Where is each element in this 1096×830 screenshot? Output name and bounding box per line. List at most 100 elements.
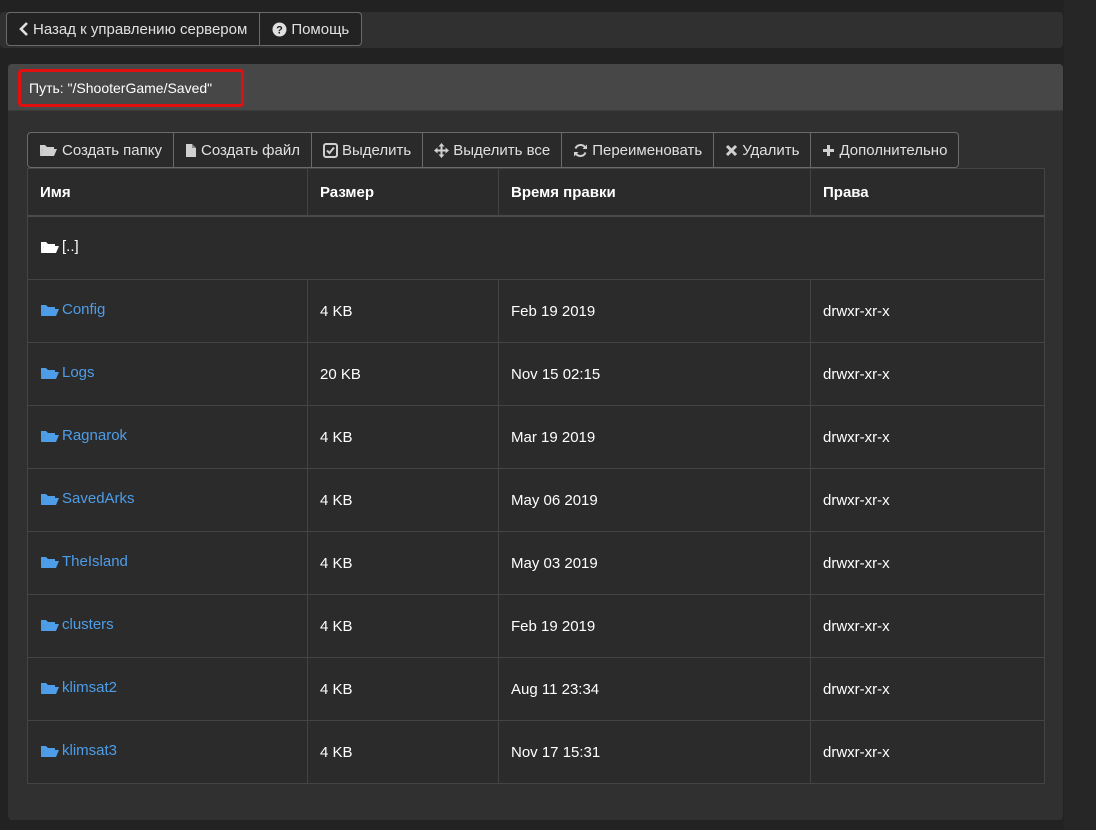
question-circle-icon: ? — [272, 22, 287, 37]
select-all-label: Выделить все — [453, 141, 551, 159]
table-row[interactable]: klimsat3 4 KB Nov 17 15:31 drwxr-xr-x — [27, 720, 1045, 784]
folder-open-icon — [40, 366, 60, 380]
perms-cell: drwxr-xr-x — [810, 720, 1045, 784]
create-file-button[interactable]: Создать файл — [173, 132, 312, 168]
mtime-cell: Feb 19 2019 — [498, 594, 811, 658]
header-mtime[interactable]: Время правки — [498, 168, 811, 217]
folder-link[interactable]: Logs — [40, 364, 95, 381]
current-path: Путь: "/ShooterGame/Saved" — [18, 69, 244, 107]
header-size[interactable]: Размер — [307, 168, 499, 217]
folder-name: Config — [62, 301, 106, 319]
name-cell: klimsat3 — [27, 720, 308, 784]
parent-dir-cell: [..] — [27, 215, 1045, 280]
folder-open-icon — [40, 303, 60, 317]
name-cell: Ragnarok — [27, 405, 308, 469]
panel-heading: Путь: "/ShooterGame/Saved" — [8, 64, 1063, 111]
size-cell: 4 KB — [307, 720, 499, 784]
mtime-cell: Nov 17 15:31 — [498, 720, 811, 784]
plus-icon — [822, 144, 835, 157]
create-folder-label: Создать папку — [62, 141, 162, 159]
file-toolbar: Создать папку Создать файл Выделить Выде… — [27, 132, 960, 168]
table-row[interactable]: clusters 4 KB Feb 19 2019 drwxr-xr-x — [27, 594, 1045, 658]
select-all-button[interactable]: Выделить все — [422, 132, 563, 168]
folder-open-icon — [39, 143, 58, 157]
folder-open-icon — [40, 492, 60, 506]
folder-open-icon — [40, 681, 60, 695]
table-row[interactable]: Ragnarok 4 KB Mar 19 2019 drwxr-xr-x — [27, 405, 1045, 469]
folder-link[interactable]: TheIsland — [40, 553, 128, 570]
more-button[interactable]: Дополнительно — [810, 132, 960, 168]
name-cell: Logs — [27, 342, 308, 406]
refresh-icon — [573, 143, 588, 158]
name-cell: clusters — [27, 594, 308, 658]
size-cell: 20 KB — [307, 342, 499, 406]
folder-open-icon — [40, 744, 60, 758]
folder-link[interactable]: Config — [40, 301, 105, 318]
folder-name: Logs — [62, 364, 95, 382]
name-cell: Config — [27, 279, 308, 343]
name-cell: klimsat2 — [27, 657, 308, 721]
folder-link[interactable]: SavedArks — [40, 490, 135, 507]
rename-button[interactable]: Переименовать — [561, 132, 715, 168]
move-icon — [434, 142, 450, 158]
check-square-icon — [323, 142, 338, 158]
folder-open-icon — [40, 240, 60, 254]
perms-cell: drwxr-xr-x — [810, 468, 1045, 532]
back-to-server-button[interactable]: Назад к управлению сервером — [6, 12, 261, 46]
folder-open-icon — [40, 618, 60, 632]
create-file-label: Создать файл — [201, 141, 300, 159]
folder-link[interactable]: Ragnarok — [40, 427, 127, 444]
perms-cell: drwxr-xr-x — [810, 657, 1045, 721]
folder-name: SavedArks — [62, 490, 135, 508]
svg-text:?: ? — [276, 24, 283, 36]
file-icon — [185, 143, 197, 158]
table-row[interactable]: klimsat2 4 KB Aug 11 23:34 drwxr-xr-x — [27, 657, 1045, 721]
size-cell: 4 KB — [307, 279, 499, 343]
folder-link[interactable]: klimsat2 — [40, 679, 117, 696]
times-icon — [725, 144, 738, 157]
size-cell: 4 KB — [307, 594, 499, 658]
help-label: Помощь — [291, 20, 350, 38]
help-button[interactable]: ? Помощь — [260, 12, 363, 46]
perms-cell: drwxr-xr-x — [810, 531, 1045, 595]
file-manager-panel: Путь: "/ShooterGame/Saved" Создать папку… — [8, 64, 1063, 820]
folder-link[interactable]: klimsat3 — [40, 742, 117, 759]
more-label: Дополнительно — [839, 141, 948, 159]
header-name[interactable]: Имя — [27, 168, 308, 217]
mtime-cell: May 03 2019 — [498, 531, 811, 595]
perms-cell: drwxr-xr-x — [810, 342, 1045, 406]
delete-label: Удалить — [742, 141, 800, 159]
top-button-group: Назад к управлению сервером ? Помощь — [6, 12, 363, 46]
current-path-label: Путь: "/ShooterGame/Saved" — [29, 80, 213, 96]
top-bar: Назад к управлению сервером ? Помощь — [0, 12, 1063, 48]
back-to-server-label: Назад к управлению сервером — [33, 20, 248, 38]
table-row[interactable]: Config 4 KB Feb 19 2019 drwxr-xr-x — [27, 279, 1045, 343]
mtime-cell: Aug 11 23:34 — [498, 657, 811, 721]
mtime-cell: May 06 2019 — [498, 468, 811, 532]
name-cell: TheIsland — [27, 531, 308, 595]
perms-cell: drwxr-xr-x — [810, 279, 1045, 343]
size-cell: 4 KB — [307, 657, 499, 721]
folder-link[interactable]: clusters — [40, 616, 114, 633]
mtime-cell: Feb 19 2019 — [498, 279, 811, 343]
parent-dir-label: [..] — [62, 238, 79, 256]
folder-name: Ragnarok — [62, 427, 128, 445]
delete-button[interactable]: Удалить — [713, 132, 812, 168]
table-row-parent[interactable]: [..] — [27, 215, 1045, 280]
create-folder-button[interactable]: Создать папку — [27, 132, 174, 168]
table-header-row: Имя Размер Время правки Права — [27, 168, 1045, 217]
size-cell: 4 KB — [307, 531, 499, 595]
table-row[interactable]: TheIsland 4 KB May 03 2019 drwxr-xr-x — [27, 531, 1045, 595]
parent-dir-link[interactable]: [..] — [40, 238, 79, 255]
folder-name: TheIsland — [62, 553, 128, 571]
size-cell: 4 KB — [307, 405, 499, 469]
select-label: Выделить — [342, 141, 412, 159]
table-row[interactable]: SavedArks 4 KB May 06 2019 drwxr-xr-x — [27, 468, 1045, 532]
size-cell: 4 KB — [307, 468, 499, 532]
table-row[interactable]: Logs 20 KB Nov 15 02:15 drwxr-xr-x — [27, 342, 1045, 406]
header-perms[interactable]: Права — [810, 168, 1045, 217]
name-cell: SavedArks — [27, 468, 308, 532]
folder-name: klimsat2 — [62, 679, 118, 697]
select-button[interactable]: Выделить — [311, 132, 424, 168]
chevron-left-icon — [19, 22, 29, 36]
